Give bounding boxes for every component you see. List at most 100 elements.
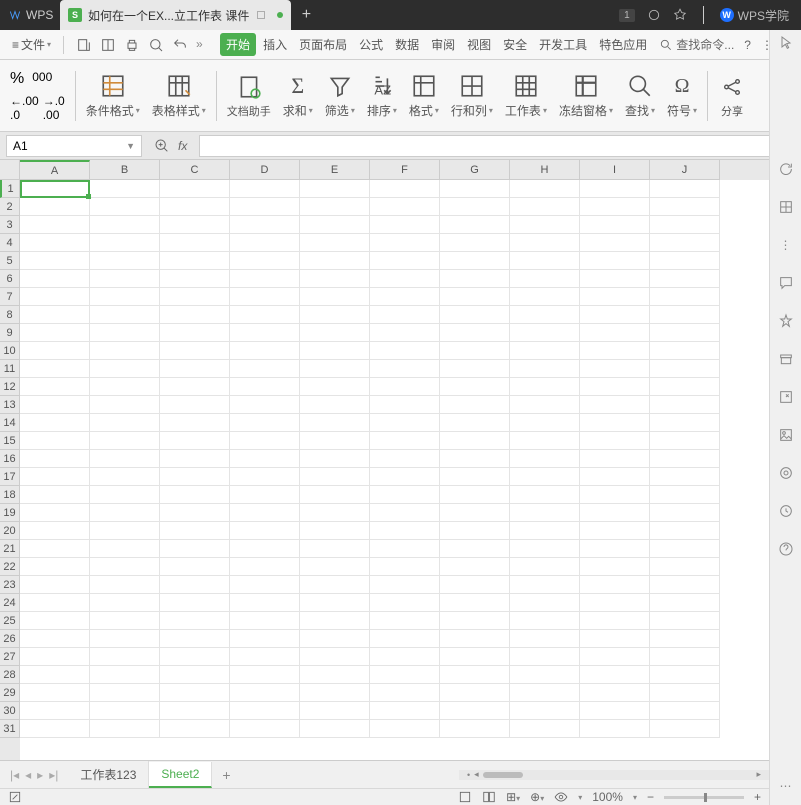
- cell[interactable]: [20, 594, 90, 612]
- row-header-13[interactable]: 13: [0, 396, 20, 414]
- cell[interactable]: [580, 504, 650, 522]
- cursor-icon[interactable]: [777, 34, 795, 52]
- cell[interactable]: [580, 702, 650, 720]
- cell[interactable]: [650, 594, 720, 612]
- cell[interactable]: [230, 504, 300, 522]
- cell[interactable]: [160, 180, 230, 198]
- select-all-corner[interactable]: [0, 160, 20, 180]
- cell[interactable]: [650, 540, 720, 558]
- cell[interactable]: [510, 576, 580, 594]
- cell[interactable]: [650, 450, 720, 468]
- cell[interactable]: [230, 684, 300, 702]
- cell[interactable]: [90, 216, 160, 234]
- filter-button[interactable]: 筛选▾: [319, 60, 361, 131]
- cell[interactable]: [580, 630, 650, 648]
- cell[interactable]: [580, 720, 650, 738]
- cell[interactable]: [300, 396, 370, 414]
- sheet-tab-1[interactable]: 工作表123: [68, 761, 149, 788]
- refresh-icon[interactable]: [777, 160, 795, 178]
- row-header-14[interactable]: 14: [0, 414, 20, 432]
- cell[interactable]: [440, 522, 510, 540]
- col-header-I[interactable]: I: [580, 160, 650, 180]
- row-header-1[interactable]: 1: [0, 180, 20, 198]
- cell[interactable]: [20, 522, 90, 540]
- cell[interactable]: [90, 450, 160, 468]
- row-header-29[interactable]: 29: [0, 684, 20, 702]
- cell[interactable]: [300, 432, 370, 450]
- cell[interactable]: [230, 270, 300, 288]
- cell[interactable]: [90, 720, 160, 738]
- cell[interactable]: [370, 342, 440, 360]
- cell[interactable]: [20, 648, 90, 666]
- cell[interactable]: [370, 666, 440, 684]
- cell[interactable]: [20, 288, 90, 306]
- archive-icon[interactable]: [777, 350, 795, 368]
- row-header-23[interactable]: 23: [0, 576, 20, 594]
- cell[interactable]: [510, 414, 580, 432]
- cond-format-button[interactable]: 条件格式▾: [80, 60, 146, 131]
- cell[interactable]: [580, 360, 650, 378]
- cell[interactable]: [20, 180, 90, 198]
- cell[interactable]: [230, 306, 300, 324]
- cell[interactable]: [230, 216, 300, 234]
- cell[interactable]: [160, 612, 230, 630]
- cell[interactable]: [230, 540, 300, 558]
- row-header-31[interactable]: 31: [0, 720, 20, 738]
- cell[interactable]: [650, 180, 720, 198]
- col-header-H[interactable]: H: [510, 160, 580, 180]
- cell[interactable]: [650, 612, 720, 630]
- cell[interactable]: [230, 666, 300, 684]
- cell[interactable]: [580, 288, 650, 306]
- cell[interactable]: [370, 252, 440, 270]
- cell[interactable]: [20, 378, 90, 396]
- cell[interactable]: [20, 342, 90, 360]
- cell[interactable]: [440, 306, 510, 324]
- cell[interactable]: [370, 324, 440, 342]
- cell[interactable]: [90, 540, 160, 558]
- cell[interactable]: [160, 306, 230, 324]
- cell[interactable]: [510, 432, 580, 450]
- worksheet-button[interactable]: 工作表▾: [499, 60, 553, 131]
- cell[interactable]: [510, 216, 580, 234]
- cell[interactable]: [580, 414, 650, 432]
- tab-data[interactable]: 数据: [390, 33, 424, 56]
- tab-review[interactable]: 审阅: [426, 33, 460, 56]
- view-page-icon[interactable]: [482, 790, 496, 804]
- cell[interactable]: [230, 234, 300, 252]
- zoom-level[interactable]: 100%: [592, 790, 623, 804]
- row-header-5[interactable]: 5: [0, 252, 20, 270]
- zoom-slider[interactable]: [664, 796, 744, 799]
- cell[interactable]: [510, 684, 580, 702]
- cell[interactable]: [20, 234, 90, 252]
- cell[interactable]: [90, 666, 160, 684]
- row-header-9[interactable]: 9: [0, 324, 20, 342]
- cell[interactable]: [650, 648, 720, 666]
- cell[interactable]: [510, 270, 580, 288]
- cell[interactable]: [440, 396, 510, 414]
- cell[interactable]: [370, 468, 440, 486]
- cell[interactable]: [650, 216, 720, 234]
- wps-college-link[interactable]: W WPS学院: [720, 7, 789, 24]
- cell[interactable]: [20, 396, 90, 414]
- cell[interactable]: [580, 396, 650, 414]
- cell[interactable]: [230, 630, 300, 648]
- tab-home[interactable]: 开始: [220, 33, 256, 56]
- cell[interactable]: [230, 612, 300, 630]
- more-icon[interactable]: »: [196, 37, 212, 53]
- cell[interactable]: [230, 342, 300, 360]
- cell[interactable]: [20, 450, 90, 468]
- cell[interactable]: [580, 648, 650, 666]
- cell[interactable]: [510, 594, 580, 612]
- document-tab[interactable]: S 如何在一个EX...立工作表 课件: [60, 0, 291, 30]
- cell[interactable]: [370, 684, 440, 702]
- cell[interactable]: [90, 594, 160, 612]
- doc-helper-button[interactable]: 文档助手: [221, 60, 277, 131]
- cell[interactable]: [160, 234, 230, 252]
- cell[interactable]: [230, 594, 300, 612]
- row-header-20[interactable]: 20: [0, 522, 20, 540]
- cell[interactable]: [230, 576, 300, 594]
- cell[interactable]: [160, 648, 230, 666]
- cell[interactable]: [300, 270, 370, 288]
- cell[interactable]: [300, 234, 370, 252]
- cell[interactable]: [370, 360, 440, 378]
